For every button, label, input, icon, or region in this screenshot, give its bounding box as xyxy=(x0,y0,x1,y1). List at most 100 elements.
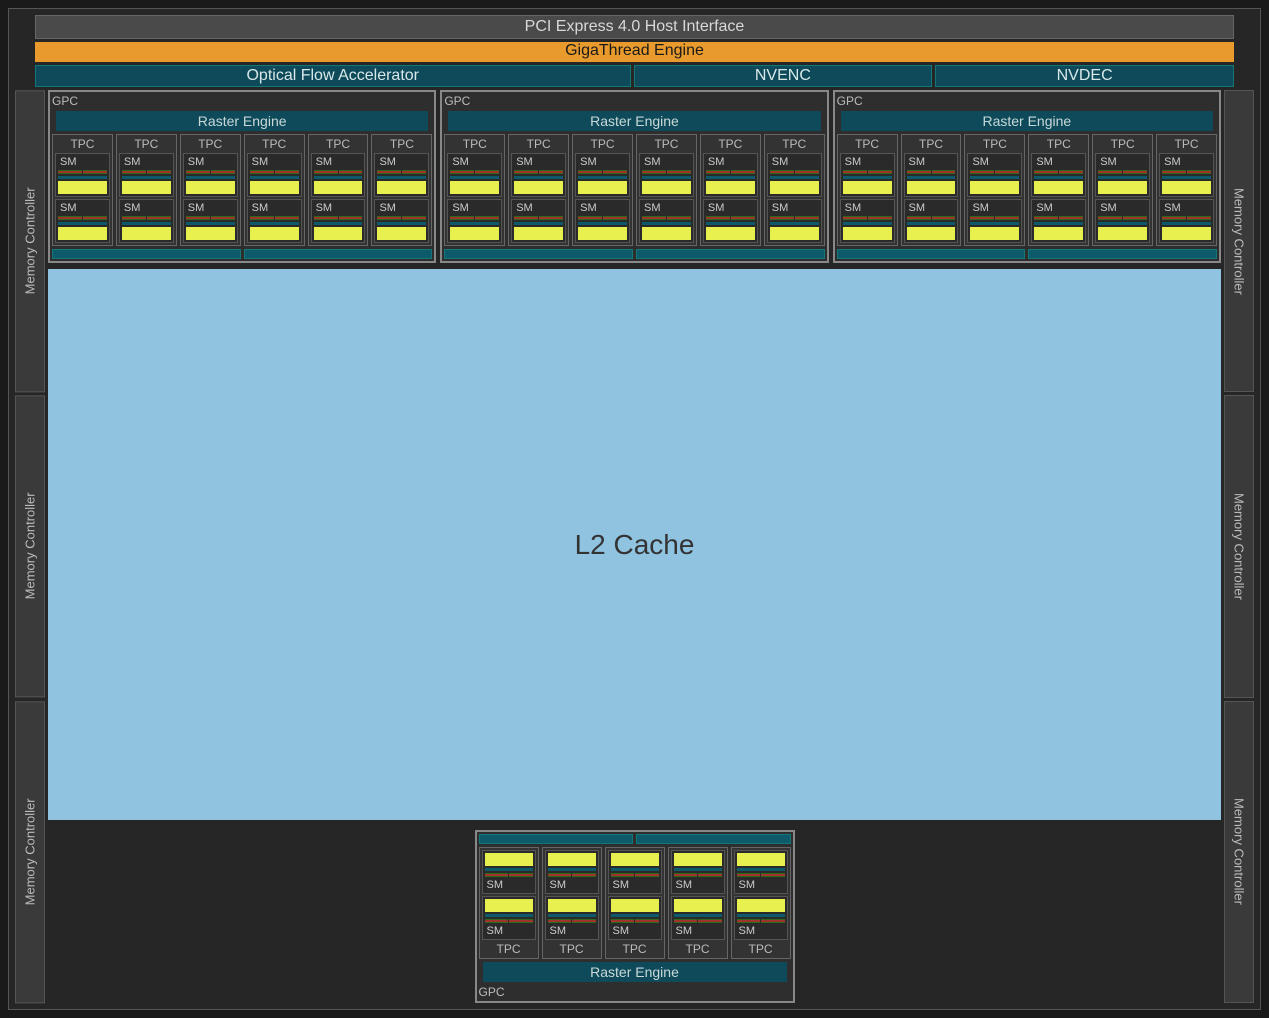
tensor-core xyxy=(122,181,171,194)
tensor-core xyxy=(674,899,722,912)
sm: SM xyxy=(311,199,366,243)
tensor-core xyxy=(186,181,235,194)
nvdec-block: NVDEC xyxy=(935,65,1234,87)
sm-label: SM xyxy=(122,202,171,214)
sm: SM xyxy=(247,153,302,197)
sm: SM xyxy=(639,199,694,243)
gigathread-engine: GigaThread Engine xyxy=(35,42,1234,62)
bottom-gpc-wrapper: GPCRaster EngineTPCSMSMTPCSMSMTPCSMSMTPC… xyxy=(475,830,795,1003)
rop-row xyxy=(444,249,824,259)
memory-controller: Memory Controller xyxy=(15,90,45,392)
tensor-core xyxy=(485,853,533,866)
sm-label: SM xyxy=(250,202,299,214)
sm-label: SM xyxy=(770,156,819,168)
memory-controllers-right: Memory ControllerMemory ControllerMemory… xyxy=(1224,90,1254,1003)
tpc: TPCSMSM xyxy=(52,134,113,246)
tpc-label: TPC xyxy=(447,137,502,151)
nvenc-block: NVENC xyxy=(634,65,933,87)
sm-label: SM xyxy=(642,202,691,214)
sm-label: SM xyxy=(970,202,1019,214)
sm-label: SM xyxy=(377,156,426,168)
tensor-core xyxy=(514,227,563,240)
center-column: GPCRaster EngineTPCSMSMTPCSMSMTPCSMSMTPC… xyxy=(48,90,1221,1003)
sm: SM xyxy=(671,896,725,940)
sm: SM xyxy=(511,153,566,197)
tensor-core xyxy=(611,853,659,866)
tensor-core xyxy=(907,227,956,240)
tpc-row: TPCSMSMTPCSMSMTPCSMSMTPCSMSMTPCSMSMTPCSM… xyxy=(444,134,824,246)
rop-row xyxy=(52,249,432,259)
tpc: TPCSMSM xyxy=(964,134,1025,246)
tpc: TPCSMSM xyxy=(731,847,791,959)
tpc: TPCSMSM xyxy=(1156,134,1217,246)
sm-cores xyxy=(485,919,533,923)
tpc: TPCSMSM xyxy=(837,134,898,246)
tensor-core xyxy=(450,227,499,240)
sm-label: SM xyxy=(674,879,722,891)
sm-cores xyxy=(314,170,363,174)
sm: SM xyxy=(55,199,110,243)
tpc: TPCSMSM xyxy=(668,847,728,959)
sm: SM xyxy=(767,199,822,243)
sm-cores xyxy=(377,170,426,174)
tensor-core xyxy=(314,227,363,240)
optical-flow-accelerator: Optical Flow Accelerator xyxy=(35,65,631,87)
sm: SM xyxy=(734,850,788,894)
sm: SM xyxy=(247,199,302,243)
tensor-core xyxy=(1034,181,1083,194)
sm-label: SM xyxy=(1034,202,1083,214)
tensor-core xyxy=(737,853,785,866)
sm: SM xyxy=(545,896,599,940)
tensor-core xyxy=(1162,181,1211,194)
tensor-core xyxy=(250,227,299,240)
sm: SM xyxy=(671,850,725,894)
tensor-core xyxy=(843,181,892,194)
sm-label: SM xyxy=(1098,156,1147,168)
sm: SM xyxy=(904,199,959,243)
sm-cores xyxy=(1098,216,1147,220)
sm-cores xyxy=(548,919,596,923)
tensor-core xyxy=(578,227,627,240)
memory-controller: Memory Controller xyxy=(1224,90,1254,392)
tensor-core xyxy=(122,227,171,240)
sm-label: SM xyxy=(1162,202,1211,214)
sm: SM xyxy=(482,896,536,940)
tpc: TPCSMSM xyxy=(605,847,665,959)
sm-label: SM xyxy=(514,156,563,168)
sm: SM xyxy=(119,199,174,243)
sm-cores xyxy=(485,873,533,877)
sm-cores xyxy=(611,919,659,923)
sm-cores xyxy=(578,170,627,174)
sm-cores xyxy=(843,170,892,174)
sm-label: SM xyxy=(548,879,596,891)
tpc: TPCSMSM xyxy=(636,134,697,246)
sm: SM xyxy=(767,153,822,197)
tpc-label: TPC xyxy=(119,137,174,151)
sm-label: SM xyxy=(377,202,426,214)
sm-cores xyxy=(611,873,659,877)
sm-cores xyxy=(186,170,235,174)
sm: SM xyxy=(575,199,630,243)
tensor-core xyxy=(970,227,1019,240)
sm: SM xyxy=(374,199,429,243)
main-area: Memory ControllerMemory ControllerMemory… xyxy=(15,90,1254,1003)
tpc-row: TPCSMSMTPCSMSMTPCSMSMTPCSMSMTPCSMSMTPCSM… xyxy=(837,134,1217,246)
sm-label: SM xyxy=(250,156,299,168)
tpc-label: TPC xyxy=(767,137,822,151)
sm: SM xyxy=(608,850,662,894)
memory-controller: Memory Controller xyxy=(1224,395,1254,697)
tpc-row: TPCSMSMTPCSMSMTPCSMSMTPCSMSMTPCSMSM xyxy=(479,847,791,959)
sm-label: SM xyxy=(450,202,499,214)
tensor-core xyxy=(674,853,722,866)
sm-cores xyxy=(58,216,107,220)
sm-cores xyxy=(970,216,1019,220)
tensor-core xyxy=(186,227,235,240)
sm: SM xyxy=(575,153,630,197)
tensor-core xyxy=(1034,227,1083,240)
sm-cores xyxy=(1034,170,1083,174)
tensor-core xyxy=(314,181,363,194)
sm-cores xyxy=(250,170,299,174)
raster-engine: Raster Engine xyxy=(841,111,1213,131)
sm-label: SM xyxy=(970,156,1019,168)
sm-cores xyxy=(186,216,235,220)
